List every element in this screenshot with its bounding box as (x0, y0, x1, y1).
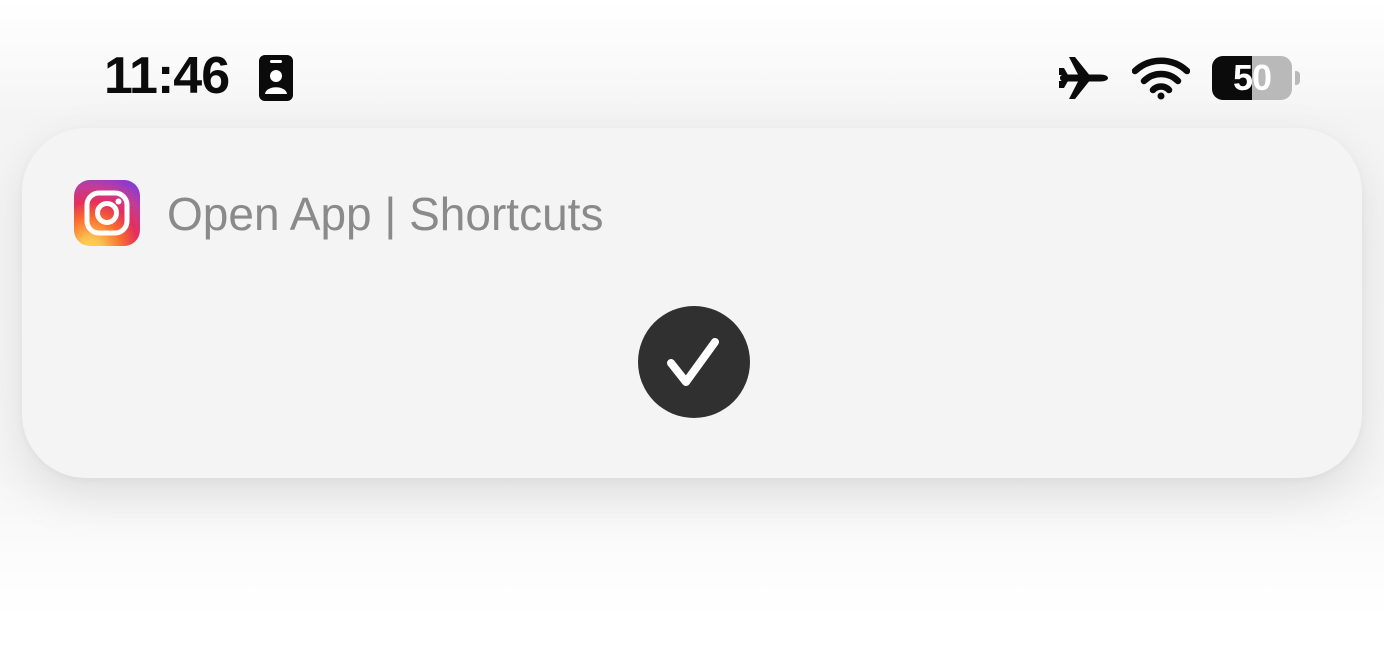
battery-percent: 50 (1232, 57, 1272, 98)
instagram-icon (74, 180, 140, 246)
battery-body: 50 (1212, 56, 1292, 100)
status-bar: 11:46 50 (0, 0, 1384, 120)
status-time: 11:46 (104, 47, 230, 105)
shortcut-notification-banner[interactable]: Open App | Shortcuts (22, 128, 1362, 478)
battery-indicator: 50 (1212, 56, 1302, 100)
wifi-icon (1131, 56, 1191, 100)
person-badge-icon (258, 54, 294, 102)
airplane-icon (1056, 54, 1110, 102)
checkmark-icon (638, 306, 750, 418)
banner-title: Open App | Shortcuts (167, 188, 604, 240)
battery-cap (1295, 71, 1300, 85)
